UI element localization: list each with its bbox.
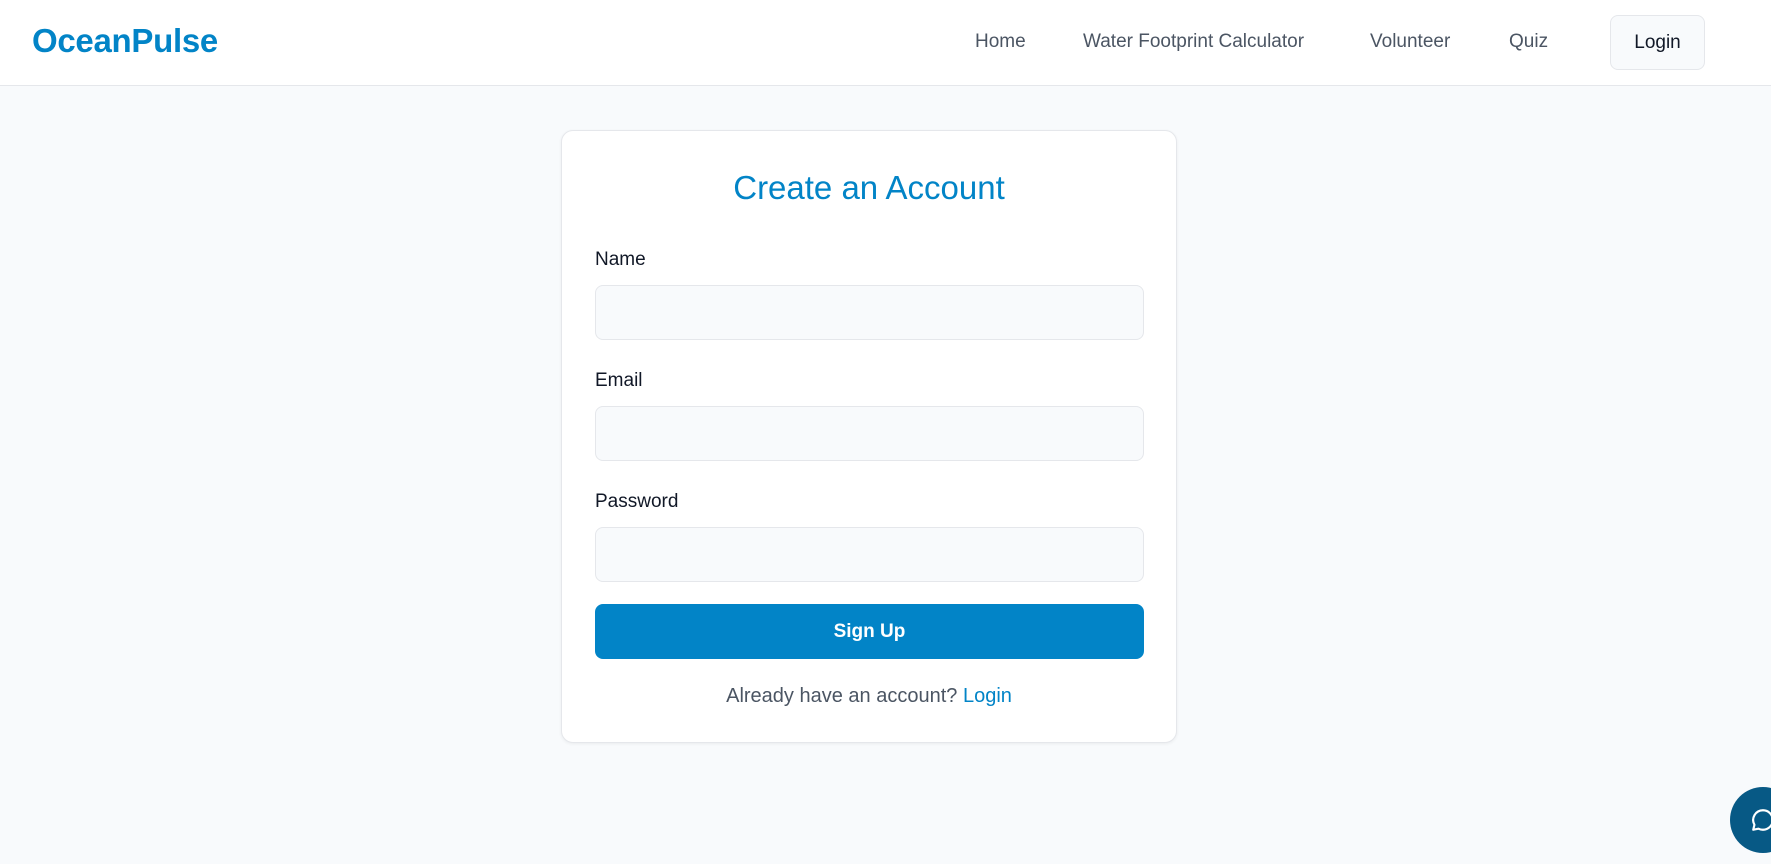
nav-link-water-footprint-calculator[interactable]: Water Footprint Calculator: [1083, 31, 1304, 53]
login-prompt: Already have an account? Login: [562, 685, 1176, 708]
password-label: Password: [595, 491, 679, 512]
nav-link-volunteer[interactable]: Volunteer: [1370, 31, 1450, 53]
email-input[interactable]: [595, 406, 1144, 461]
email-label: Email: [595, 370, 643, 391]
top-navbar: OceanPulse Home Water Footprint Calculat…: [0, 0, 1771, 86]
name-label: Name: [595, 249, 646, 270]
chat-button[interactable]: [1730, 787, 1771, 853]
nav-link-quiz[interactable]: Quiz: [1509, 31, 1548, 53]
password-input[interactable]: [595, 527, 1144, 582]
main-nav: Home Water Footprint Calculator Voluntee…: [0, 0, 1771, 86]
login-link[interactable]: Login: [963, 685, 1012, 707]
sign-up-button[interactable]: Sign Up: [595, 604, 1144, 659]
signup-card: Create an Account Name Email Password Si…: [561, 130, 1177, 743]
login-prompt-text: Already have an account?: [726, 685, 958, 707]
name-input[interactable]: [595, 285, 1144, 340]
nav-link-home[interactable]: Home: [975, 31, 1026, 53]
page-title: Create an Account: [733, 169, 1005, 206]
chat-bubble-icon: [1752, 809, 1771, 831]
header-login-button[interactable]: Login: [1610, 15, 1705, 70]
